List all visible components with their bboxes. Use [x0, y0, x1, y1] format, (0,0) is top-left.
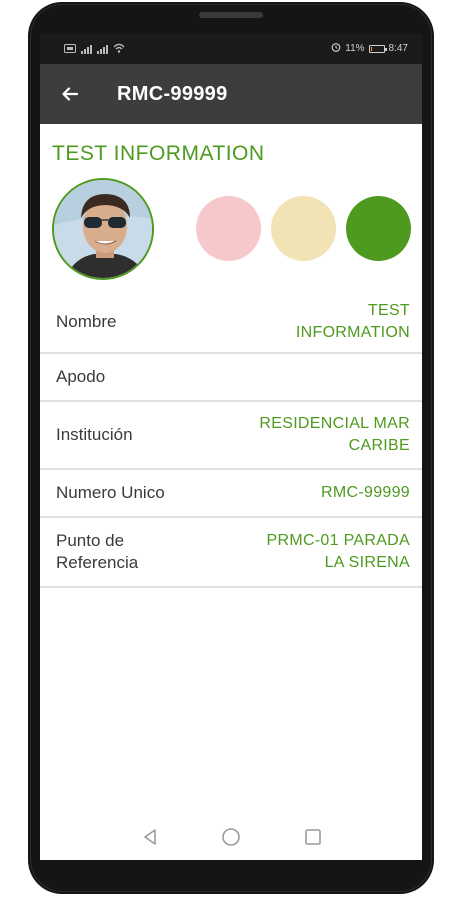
- battery-icon: [368, 44, 387, 53]
- screen: 11% 8:47 RMC-99999 TEST INFORMATION Nomb…: [40, 34, 422, 860]
- status-indicator-yellow: [271, 196, 336, 261]
- profile-photo[interactable]: [52, 178, 154, 280]
- field-value: PRMC-01 PARADA LA SIRENA: [267, 530, 411, 574]
- signal-icon: [81, 45, 92, 54]
- field-value-line: INFORMATION: [295, 324, 410, 341]
- field-label-line: Referencia: [56, 553, 139, 572]
- status-bar: 11% 8:47: [40, 34, 422, 64]
- field-value-line: RMC-99999: [321, 484, 410, 501]
- status-left-icons: [64, 43, 125, 56]
- arrow-left-icon: [62, 87, 79, 101]
- field-value: TEST INFORMATION: [296, 300, 410, 344]
- field-label: Institución: [56, 425, 133, 444]
- info-list: Nombre TEST INFORMATION Apodo Institució…: [40, 292, 422, 588]
- page-title: RMC-99999: [117, 83, 228, 105]
- field-row-punto-referencia: Punto de Referencia PRMC-01 PARADA LA SI…: [40, 518, 422, 588]
- status-right-icons: 11% 8:47: [331, 42, 408, 55]
- profile-photo-image: [54, 180, 152, 278]
- status-time: 8:47: [388, 43, 408, 54]
- system-nav-bar: [40, 808, 422, 860]
- back-button[interactable]: [54, 78, 86, 110]
- sim-icon: [64, 43, 76, 56]
- battery-percent: 11%: [345, 43, 365, 54]
- nav-home-button[interactable]: [220, 826, 242, 848]
- nav-back-button[interactable]: [139, 826, 161, 848]
- field-label: Punto de Referencia: [56, 530, 138, 574]
- field-value: RESIDENCIAL MAR CARIBE: [259, 413, 410, 457]
- field-value-line: TEST: [367, 302, 410, 319]
- nav-recents-button[interactable]: [302, 826, 324, 848]
- field-value-line: CARIBE: [348, 437, 410, 454]
- status-indicator-pink: [196, 196, 261, 261]
- field-value-line: RESIDENCIAL MAR: [259, 415, 410, 432]
- status-indicator-green: [346, 196, 411, 261]
- field-value: RMC-99999: [321, 482, 410, 504]
- back-triangle-icon: [144, 829, 156, 845]
- alarm-icon: [331, 42, 341, 55]
- field-value-line: LA SIRENA: [324, 554, 410, 571]
- field-row-nombre: Nombre TEST INFORMATION: [40, 292, 422, 354]
- signal-icon: [97, 45, 108, 54]
- app-bar: RMC-99999: [40, 64, 422, 124]
- field-row-institucion: Institución RESIDENCIAL MAR CARIBE: [40, 402, 422, 470]
- battery-level-fill: [370, 46, 372, 51]
- wifi-icon: [113, 43, 125, 56]
- phone-speaker: [199, 12, 263, 18]
- field-label-line: Punto de: [56, 531, 125, 550]
- section-title: TEST INFORMATION: [52, 142, 265, 165]
- field-label: Apodo: [56, 367, 106, 386]
- home-circle-icon: [222, 828, 240, 846]
- field-label: Nombre: [56, 312, 117, 331]
- field-label: Numero Unico: [56, 483, 165, 502]
- field-value-line: PRMC-01 PARADA: [266, 532, 410, 549]
- field-row-numero-unico: Numero Unico RMC-99999: [40, 470, 422, 518]
- field-row-apodo: Apodo: [40, 354, 422, 402]
- recents-square-icon: [305, 829, 321, 845]
